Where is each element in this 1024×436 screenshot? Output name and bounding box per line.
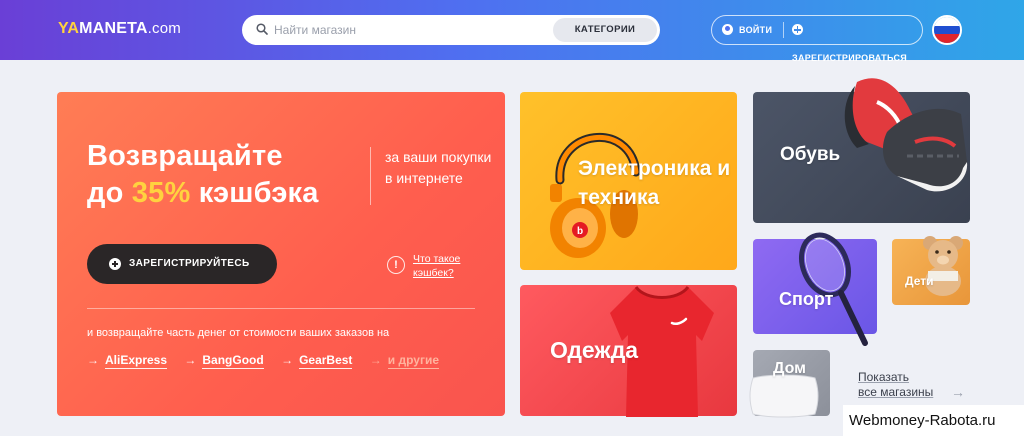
search-input[interactable] bbox=[274, 15, 544, 45]
store-link-others[interactable]: → и другие bbox=[369, 353, 440, 369]
store-link-banggood[interactable]: → BangGood bbox=[184, 353, 264, 369]
category-clothes[interactable]: Одежда bbox=[520, 285, 737, 417]
categories-button[interactable]: КАТЕГОРИИ bbox=[553, 18, 657, 42]
search-icon bbox=[256, 23, 268, 35]
register-button[interactable]: ЗАРЕГИСТРИРОВАТЬСЯ bbox=[792, 16, 922, 63]
show-all-stores-link[interactable]: Показать все магазины → bbox=[858, 370, 965, 400]
hero-title-highlight: 35% bbox=[131, 177, 191, 209]
hero-separator bbox=[87, 308, 475, 309]
category-electronics[interactable]: b Электроника и техника bbox=[520, 92, 737, 270]
category-clothes-label: Одежда bbox=[550, 337, 639, 363]
auth-divider bbox=[783, 22, 784, 38]
arrow-right-icon: → bbox=[87, 353, 99, 367]
category-kids-label: Дети bbox=[905, 274, 934, 288]
russia-flag-icon[interactable] bbox=[932, 15, 962, 45]
logo[interactable]: YAMANETA.com bbox=[58, 20, 181, 38]
register-label: ЗАРЕГИСТРИРОВАТЬСЯ bbox=[792, 53, 908, 63]
register-cta-button[interactable]: ЗАРЕГИСТРИРУЙТЕСЬ bbox=[87, 244, 277, 284]
store-link-gearbest[interactable]: → GearBest bbox=[281, 353, 353, 369]
register-cta-label: ЗАРЕГИСТРИРУЙТЕСЬ bbox=[129, 258, 250, 269]
category-home-label: Дом bbox=[773, 360, 806, 377]
category-shoes-label: Обувь bbox=[780, 144, 841, 165]
show-all-line2: все магазины bbox=[858, 385, 934, 399]
plus-circle-icon bbox=[792, 24, 803, 35]
hero-note: и возвращайте часть денег от стоимости в… bbox=[87, 327, 390, 339]
hero-divider bbox=[370, 147, 371, 205]
hero-banner: Возвращайте до 35% кэшбэка за ваши покуп… bbox=[57, 92, 505, 416]
pillow-icon bbox=[749, 374, 819, 418]
login-button[interactable]: ВОЙТИ bbox=[722, 16, 772, 44]
user-icon bbox=[722, 24, 733, 35]
watermark: Webmoney-Rabota.ru bbox=[843, 405, 1024, 436]
info-icon: ! bbox=[387, 256, 405, 274]
store-link-aliexpress[interactable]: → AliExpress bbox=[87, 353, 168, 369]
arrow-right-icon: → bbox=[281, 353, 294, 367]
store-links: → AliExpress → BangGood → GearBest → и други… bbox=[87, 353, 453, 369]
arrow-right-icon: → bbox=[369, 353, 382, 367]
arrow-right-icon: → bbox=[184, 353, 197, 367]
category-electronics-label: Электроника и техника bbox=[578, 157, 731, 209]
category-sport[interactable]: Спорт bbox=[753, 232, 877, 346]
category-home[interactable]: Дом bbox=[749, 350, 830, 418]
show-all-line1: Показать bbox=[858, 370, 910, 384]
hero-title-post: кэшбэка bbox=[190, 177, 319, 209]
search-bar: КАТЕГОРИИ bbox=[242, 15, 660, 45]
login-label: ВОЙТИ bbox=[739, 25, 773, 35]
auth-box: ВОЙТИ ЗАРЕГИСТРИРОВАТЬСЯ bbox=[711, 15, 923, 63]
plus-circle-icon bbox=[109, 258, 121, 270]
logo-ya: YA bbox=[58, 20, 80, 37]
arrow-right-icon: → bbox=[951, 384, 965, 400]
sneakers-icon bbox=[844, 78, 968, 192]
category-shoes[interactable]: Обувь bbox=[753, 78, 970, 223]
top-header: YAMANETA.com КАТЕГОРИИ ВОЙТИ ЗАРЕГИСТРИР… bbox=[0, 0, 1024, 63]
logo-name: MANETA bbox=[79, 20, 148, 37]
svg-text:b: b bbox=[577, 226, 583, 237]
logo-domain: .com bbox=[147, 20, 181, 37]
hero-title-pre: до bbox=[87, 177, 132, 209]
hero-title: Возвращайте до 35% кэшбэка bbox=[87, 138, 319, 212]
category-kids[interactable]: Дети bbox=[892, 236, 970, 305]
hero-title-line1: Возвращайте bbox=[87, 140, 283, 172]
what-is-cashback-label: Что такое кэшбек? bbox=[413, 253, 461, 279]
category-sport-label: Спорт bbox=[779, 289, 834, 309]
hero-subtitle: за ваши покупки в интернете bbox=[385, 149, 492, 186]
